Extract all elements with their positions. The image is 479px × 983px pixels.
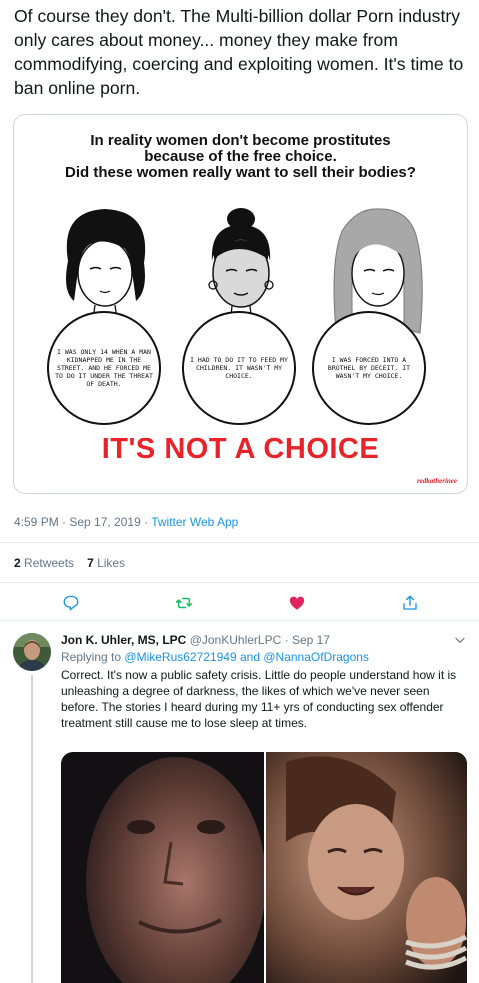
speech-bubble-2: I had to do it to feed my children. It w…	[182, 311, 296, 425]
replying-and: and	[239, 650, 261, 664]
replying-to: Replying to @MikeRus62721949 and @NannaO…	[61, 650, 369, 664]
divider	[0, 620, 479, 621]
retweets-stat[interactable]: 2 Retweets	[14, 556, 74, 570]
speech-bubble-1: I was only 14 when a man kidnapped me in…	[47, 311, 161, 425]
avatar[interactable]	[13, 633, 51, 671]
speech-bubble-1-text: I was only 14 when a man kidnapped me in…	[55, 348, 153, 388]
meta-separator: ·	[140, 515, 152, 529]
divider	[0, 582, 479, 583]
speech-bubble-3: I was forced into a brothel by deceit. I…	[312, 311, 426, 425]
share-icon	[403, 595, 417, 610]
like-button[interactable]	[286, 592, 308, 614]
retweet-icon	[175, 597, 193, 609]
tweet-meta: 4:59 PM · Sep 17, 2019 · Twitter Web App	[14, 515, 238, 529]
reply-media[interactable]	[61, 752, 467, 983]
reply-tweet[interactable]: Jon K. Uhler, MS, LPC @JonKUhlerLPC · Se…	[0, 625, 479, 983]
tweet-source[interactable]: Twitter Web App	[151, 515, 238, 529]
reply-header: Jon K. Uhler, MS, LPC @JonKUhlerLPC · Se…	[61, 633, 330, 648]
reply-author-name[interactable]: Jon K. Uhler, MS, LPC	[61, 633, 186, 647]
thread-line	[31, 675, 33, 983]
replying-label: Replying to	[61, 650, 122, 664]
likes-stat[interactable]: 7 Likes	[87, 556, 125, 570]
reply-icon	[63, 595, 79, 611]
tweet-text: Of course they don't. The Multi-billion …	[14, 6, 464, 98]
reply-photo-1[interactable]	[61, 752, 266, 983]
reply-photo-2[interactable]	[266, 752, 467, 983]
divider	[0, 542, 479, 543]
speech-bubble-2-text: I had to do it to feed my children. It w…	[190, 356, 288, 380]
image-signature: redkatherinee	[416, 477, 457, 485]
retweets-label: Retweets	[24, 556, 75, 570]
speech-bubble-3-text: I was forced into a brothel by deceit. I…	[327, 356, 411, 380]
image-heading: In reality women don't become prostitute…	[14, 133, 467, 181]
reply-author-handle[interactable]: @JonKUhlerLPC	[190, 633, 282, 647]
share-button[interactable]	[399, 592, 421, 614]
image-slogan: IT'S NOT A CHOICE	[101, 433, 380, 465]
tweet-stats: 2 Retweets 7 Likes	[14, 556, 125, 570]
tweet-timestamp[interactable]: 4:59 PM · Sep 17, 2019	[14, 515, 141, 529]
image-heading-line-2: because of the free choice.	[144, 148, 337, 165]
likes-label: Likes	[97, 556, 126, 570]
retweet-button[interactable]	[173, 592, 195, 614]
tweet-actions	[0, 592, 479, 616]
tweet-image[interactable]: In reality women don't become prostitute…	[13, 114, 468, 494]
image-heading-line-1: In reality women don't become prostitute…	[90, 132, 391, 149]
image-heading-line-3: Did these women really want to sell thei…	[65, 164, 416, 181]
replying-handle-2[interactable]: @NannaOfDragons	[263, 650, 369, 664]
chevron-down-icon[interactable]	[453, 633, 467, 647]
heart-icon	[289, 596, 305, 610]
reply-text: Correct. It's now a public safety crisis…	[61, 668, 457, 730]
reply-button[interactable]	[60, 592, 82, 614]
replying-handle-1[interactable]: @MikeRus62721949	[124, 650, 236, 664]
reply-date[interactable]: · Sep 17	[285, 633, 330, 647]
likes-count: 7	[87, 556, 94, 570]
retweets-count: 2	[14, 556, 21, 570]
